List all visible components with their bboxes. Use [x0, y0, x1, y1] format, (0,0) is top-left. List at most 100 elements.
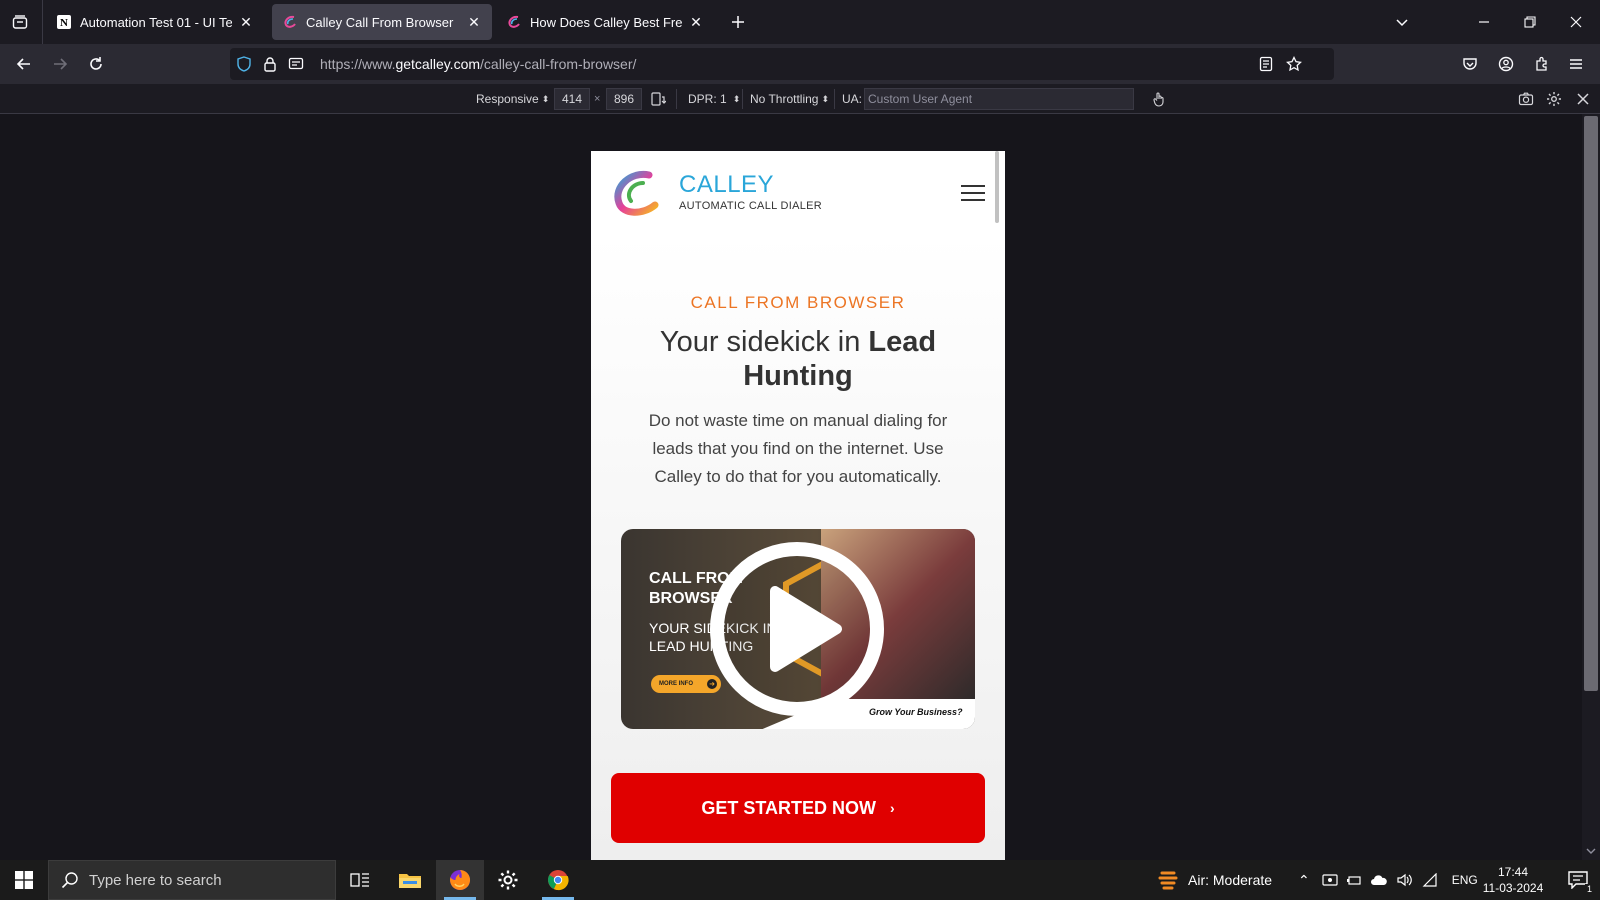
restore-icon — [1524, 16, 1536, 28]
scroll-down-icon[interactable] — [1585, 846, 1597, 856]
notion-icon: N — [57, 15, 71, 29]
minimize-icon — [1479, 21, 1489, 23]
windows-taskbar: Type here to search Air: Moderate ⌃ ENG … — [0, 860, 1600, 900]
updown-icon: ⬍ — [541, 93, 550, 104]
extensions-button[interactable] — [1528, 50, 1556, 78]
settings-taskbar-button[interactable] — [484, 860, 532, 900]
close-tab-icon[interactable]: ✕ — [688, 14, 704, 31]
onedrive-cloud-icon[interactable] — [1370, 874, 1388, 886]
times-sign: × — [594, 93, 601, 105]
menu-bar — [961, 192, 985, 194]
calley-logo-icon[interactable] — [609, 169, 661, 219]
svg-text:N: N — [60, 17, 68, 29]
screenshot-button[interactable] — [1518, 84, 1534, 114]
viewport-height-value: 896 — [613, 92, 635, 106]
account-button[interactable] — [1492, 50, 1520, 78]
folder-icon — [399, 874, 421, 888]
close-tab-icon[interactable]: ✕ — [238, 14, 254, 31]
search-icon — [61, 872, 78, 889]
brand-name[interactable]: CALLEY — [679, 171, 774, 199]
url-prefix: https://www. — [320, 56, 396, 72]
app-menu-button[interactable] — [1562, 50, 1590, 78]
chrome-taskbar-button[interactable] — [534, 860, 582, 900]
viewport-height-input[interactable]: 896 — [606, 88, 642, 110]
tab-automation-test[interactable]: N Automation Test 01 - UI Testing ✕ — [46, 4, 264, 40]
new-tab-button[interactable] — [726, 10, 750, 34]
address-bar[interactable]: https://www.getcalley.com/calley-call-fr… — [230, 48, 1334, 80]
site-menu-button[interactable] — [961, 185, 985, 203]
restore-button[interactable] — [1512, 10, 1548, 34]
weather-label[interactable]: Air: Moderate — [1188, 872, 1272, 888]
tab-how-does-calley[interactable]: How Does Calley Best Free Autc ✕ — [496, 4, 714, 40]
taskbar-search-box[interactable]: Type here to search — [48, 860, 336, 900]
language-indicator[interactable]: ENG — [1452, 873, 1478, 887]
get-started-button[interactable]: GET STARTED NOW › — [611, 773, 985, 843]
notification-center-button[interactable]: 1 — [1556, 860, 1600, 900]
close-icon — [1577, 93, 1589, 105]
close-tab-icon[interactable]: ✕ — [466, 14, 482, 31]
bookmark-star-icon[interactable] — [1286, 56, 1302, 72]
firefox-taskbar-button[interactable] — [436, 860, 484, 900]
reload-button[interactable] — [82, 50, 110, 78]
close-icon — [1570, 16, 1582, 28]
start-button[interactable] — [0, 860, 48, 900]
network-status-icon[interactable] — [1322, 873, 1338, 887]
device-selector-label: Responsive — [476, 92, 539, 106]
list-all-tabs-button[interactable] — [1390, 10, 1414, 34]
system-tray: Air: Moderate — [1158, 860, 1272, 900]
reader-view-icon[interactable] — [1258, 56, 1274, 72]
clock[interactable]: 17:44 11-03-2024 — [1478, 864, 1548, 896]
wifi-icon[interactable] — [1422, 873, 1438, 887]
rotate-viewport-button[interactable] — [650, 84, 666, 114]
calley-icon — [284, 15, 296, 28]
url-text[interactable]: https://www.getcalley.com/calley-call-fr… — [320, 56, 636, 72]
calley-icon — [508, 15, 520, 28]
viewport-width-input[interactable]: 414 — [554, 88, 590, 110]
pocket-icon — [1463, 58, 1477, 70]
chevron-right-icon: › — [889, 800, 895, 816]
tracking-protection-shield-icon[interactable] — [236, 56, 252, 72]
navigation-toolbar: https://www.getcalley.com/calley-call-fr… — [0, 44, 1600, 84]
user-agent-input[interactable]: Custom User Agent — [864, 88, 1134, 110]
dpr-label: DPR: 1 — [688, 92, 727, 106]
network-throttling-selector[interactable]: No Throttling ⬍ — [750, 84, 829, 114]
device-scrollbar-thumb[interactable] — [995, 151, 999, 223]
tab-label: Calley Call From Browser — [306, 14, 454, 30]
battery-icon[interactable] — [1346, 873, 1362, 887]
touch-simulation-button[interactable] — [1151, 84, 1167, 114]
throttling-label: No Throttling — [750, 92, 819, 106]
reload-icon — [90, 57, 102, 70]
brand-tagline: AUTOMATIC CALL DIALER — [679, 200, 823, 212]
menu-bar — [961, 185, 985, 187]
forward-button[interactable] — [46, 50, 74, 78]
url-host: getcalley.com — [395, 56, 481, 72]
page-scrollbar-thumb[interactable] — [1584, 116, 1598, 691]
rdm-settings-button[interactable] — [1546, 84, 1562, 114]
air-quality-icon[interactable] — [1158, 869, 1178, 891]
play-icon[interactable] — [709, 541, 885, 717]
cta-label: GET STARTED NOW — [701, 797, 876, 818]
file-explorer-button[interactable] — [386, 860, 434, 900]
responsive-viewport-area: CALLEY AUTOMATIC CALL DIALER CALL FROM B… — [0, 114, 1600, 860]
task-view-icon — [350, 873, 369, 887]
minimize-button[interactable] — [1466, 10, 1502, 34]
task-view-button[interactable] — [336, 860, 384, 900]
permissions-icon[interactable] — [288, 56, 304, 72]
dpr-selector[interactable]: DPR: 1 ⬍ — [688, 84, 740, 114]
hero-section: CALL FROM BROWSER Your sidekick in Lead … — [591, 235, 1005, 860]
close-window-button[interactable] — [1558, 10, 1594, 34]
back-button[interactable] — [10, 50, 38, 78]
tab-calley-call-from-browser[interactable]: Calley Call From Browser ✕ — [272, 4, 492, 40]
close-rdm-button[interactable] — [1576, 84, 1590, 114]
pocket-button[interactable] — [1456, 50, 1484, 78]
puzzle-icon — [1536, 56, 1547, 71]
tab-overview-button[interactable] — [8, 10, 32, 34]
show-hidden-icons-icon[interactable]: ⌃ — [1298, 872, 1310, 889]
device-selector[interactable]: Responsive ⬍ — [476, 84, 549, 114]
more-info-label: MORE INFO — [659, 681, 693, 687]
tray-icons: ⌃ ENG — [1298, 860, 1478, 900]
lock-icon[interactable] — [262, 56, 278, 72]
speaker-volume-icon[interactable] — [1396, 873, 1414, 887]
video-thumbnail[interactable]: CALL FROM BROWSER YOUR SIDEKICK IN LEAD … — [621, 529, 975, 729]
chrome-icon — [548, 870, 569, 891]
